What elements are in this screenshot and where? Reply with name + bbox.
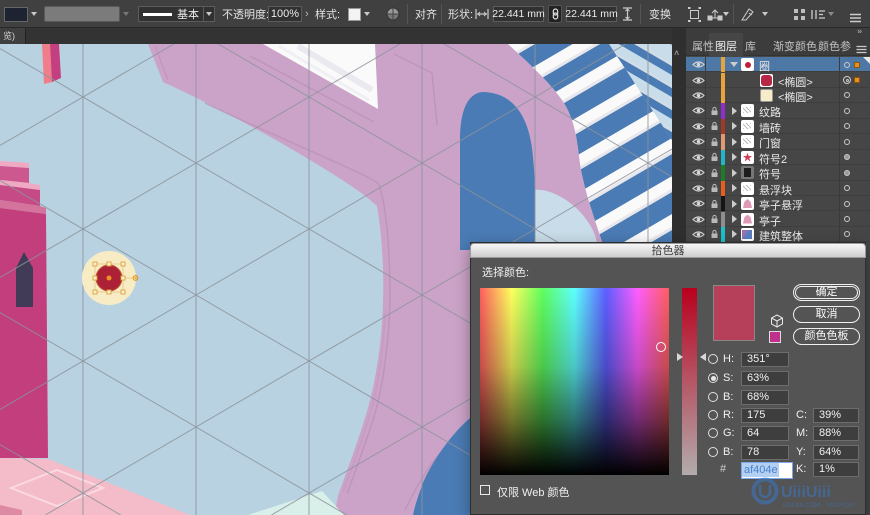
svg-text:UIIIUIII.COM · YOUYOU: UIIIUIII.COM · YOUYOU [783, 502, 854, 509]
svg-text:UiiiUiii: UiiiUiii [781, 484, 831, 501]
